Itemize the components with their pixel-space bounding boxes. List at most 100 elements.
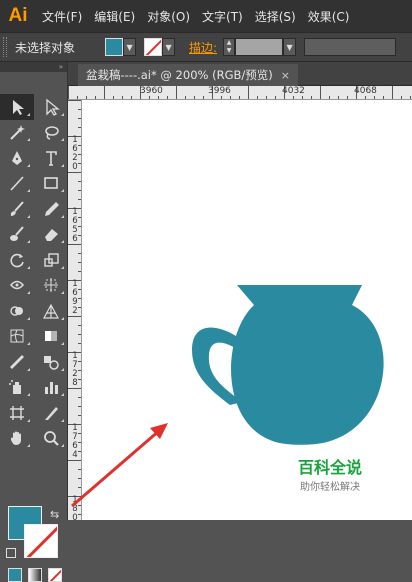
blend-tool-icon <box>44 355 59 370</box>
stroke-weight-spinner[interactable]: ▲ ▼ <box>223 38 236 56</box>
pot-artwork[interactable] <box>82 100 412 520</box>
symbol-sprayer-tool-icon <box>9 380 21 395</box>
stroke-label[interactable]: 描边: <box>189 39 217 56</box>
gradient-tool-button[interactable] <box>34 324 68 350</box>
magic-wand-tool-button[interactable] <box>0 120 34 146</box>
blob-brush-tool-button[interactable] <box>0 222 34 248</box>
eyedropper-tool-button[interactable] <box>0 349 34 375</box>
scale-tool-button[interactable] <box>34 247 68 273</box>
vertical-ruler[interactable]: 1620 1656 1692 1728 1764 180 <box>68 100 82 520</box>
tool-grid <box>0 94 67 451</box>
artboard-tool-icon <box>10 405 24 420</box>
type-tool-icon <box>46 150 57 166</box>
menu-effect[interactable]: 效果(C) <box>302 8 356 25</box>
swap-fill-stroke-icon[interactable]: ⇆ <box>50 508 59 521</box>
stroke-weight-dropdown[interactable]: ▼ <box>283 38 297 56</box>
stroke-color-box[interactable] <box>24 524 58 558</box>
mesh-tool-icon <box>10 329 24 343</box>
fill-dropdown[interactable]: ▼ <box>123 38 137 56</box>
ruler-label: 1728 <box>72 351 78 388</box>
eraser-tool-button[interactable] <box>34 222 68 248</box>
default-colors-icon[interactable] <box>6 548 16 558</box>
ruler-label: 4032 <box>282 86 305 96</box>
pot-body <box>231 285 384 445</box>
column-graph-tool-icon <box>45 382 58 395</box>
panel-grip[interactable] <box>3 37 7 57</box>
stroke-dropdown[interactable]: ▼ <box>162 38 176 56</box>
ruler-label: 180 <box>72 495 78 521</box>
hand-tool-icon <box>11 431 21 446</box>
ruler-label: 1620 <box>72 135 78 172</box>
gradient-tool-icon <box>45 331 57 342</box>
pencil-tool-button[interactable] <box>34 196 68 222</box>
ruler-label: 1764 <box>72 423 78 460</box>
width-tool-button[interactable] <box>0 273 34 299</box>
stroke-swatch[interactable] <box>144 38 163 56</box>
eyedropper-tool-icon <box>10 354 24 369</box>
perspective-grid-tool-button[interactable] <box>34 298 68 324</box>
shape-builder-tool-button[interactable] <box>0 298 34 324</box>
document-title: 盆栽稿----.ai* @ 200% (RGB/预览) <box>86 68 273 82</box>
menu-file[interactable]: 文件(F) <box>36 8 88 25</box>
ruler-label: 3996 <box>208 86 231 96</box>
menu-type[interactable]: 文字(T) <box>196 8 249 25</box>
blob-brush-tool-icon <box>10 226 24 242</box>
document-tab-bar: 盆栽稿----.ai* @ 200% (RGB/预览) × <box>68 62 412 86</box>
ruler-label: 4068 <box>354 86 377 96</box>
pen-tool-icon <box>12 150 22 165</box>
variable-width-field[interactable] <box>304 38 397 56</box>
width-tool-icon <box>10 281 24 290</box>
hand-tool-button[interactable] <box>0 426 34 452</box>
menu-bar: Ai 文件(F) 编辑(E) 对象(O) 文字(T) 选择(S) 效果(C) <box>0 0 412 32</box>
lasso-tool-icon <box>45 126 59 140</box>
panel-collapse-icon[interactable]: » <box>0 62 67 72</box>
rectangle-tool-button[interactable] <box>34 171 68 197</box>
selection-tool-button[interactable] <box>0 94 34 120</box>
mesh-tool-button[interactable] <box>0 324 34 350</box>
line-tool-icon <box>10 176 24 191</box>
rectangle-tool-icon <box>44 177 58 190</box>
stroke-weight-field[interactable] <box>235 38 284 56</box>
control-bar: 未选择对象 ▼ ▼ 描边: ▲ ▼ ▼ <box>0 32 412 62</box>
none-mode-icon[interactable] <box>48 568 62 582</box>
color-mode-icon[interactable] <box>8 568 22 582</box>
direct-selection-tool-button[interactable] <box>34 94 68 120</box>
paintbrush-tool-icon <box>10 201 24 216</box>
menu-object[interactable]: 对象(O) <box>141 8 196 25</box>
selection-status: 未选择对象 <box>15 40 76 55</box>
free-transform-tool-icon <box>44 278 58 293</box>
artboard-tool-button[interactable] <box>0 400 34 426</box>
free-transform-tool-button[interactable] <box>34 273 68 299</box>
zoom-tool-button[interactable] <box>34 426 68 452</box>
app-logo: Ai <box>8 5 28 26</box>
horizontal-ruler[interactable]: 3960 3996 4032 4068 <box>68 86 412 100</box>
document-tab[interactable]: 盆栽稿----.ai* @ 200% (RGB/预览) × <box>78 64 298 86</box>
artboard-canvas[interactable] <box>82 100 412 520</box>
gradient-mode-icon[interactable] <box>28 568 42 582</box>
direct-selection-tool-icon <box>46 98 60 116</box>
magic-wand-tool-icon <box>10 125 25 140</box>
pen-tool-button[interactable] <box>0 145 34 171</box>
rotate-tool-button[interactable] <box>0 247 34 273</box>
blend-tool-button[interactable] <box>34 349 68 375</box>
close-icon[interactable]: × <box>281 69 290 82</box>
pencil-tool-icon <box>45 201 59 216</box>
paintbrush-tool-button[interactable] <box>0 196 34 222</box>
menu-edit[interactable]: 编辑(E) <box>88 8 141 25</box>
type-tool-button[interactable] <box>34 145 68 171</box>
slice-tool-button[interactable] <box>34 400 68 426</box>
watermark-title: 百科全说 <box>298 458 363 477</box>
symbol-sprayer-tool-button[interactable] <box>0 375 34 401</box>
line-tool-button[interactable] <box>0 171 34 197</box>
eraser-tool-icon <box>45 229 58 242</box>
shape-builder-tool-icon <box>10 306 23 316</box>
column-graph-tool-button[interactable] <box>34 375 68 401</box>
lasso-tool-button[interactable] <box>34 120 68 146</box>
ruler-label: 1692 <box>72 279 78 316</box>
menu-select[interactable]: 选择(S) <box>249 8 302 25</box>
slice-tool-icon <box>45 406 58 420</box>
rotate-tool-icon <box>10 253 24 268</box>
watermark-subtitle: 助你轻松解决 <box>300 482 360 493</box>
fill-swatch[interactable] <box>105 38 124 56</box>
perspective-grid-tool-icon <box>42 303 60 319</box>
